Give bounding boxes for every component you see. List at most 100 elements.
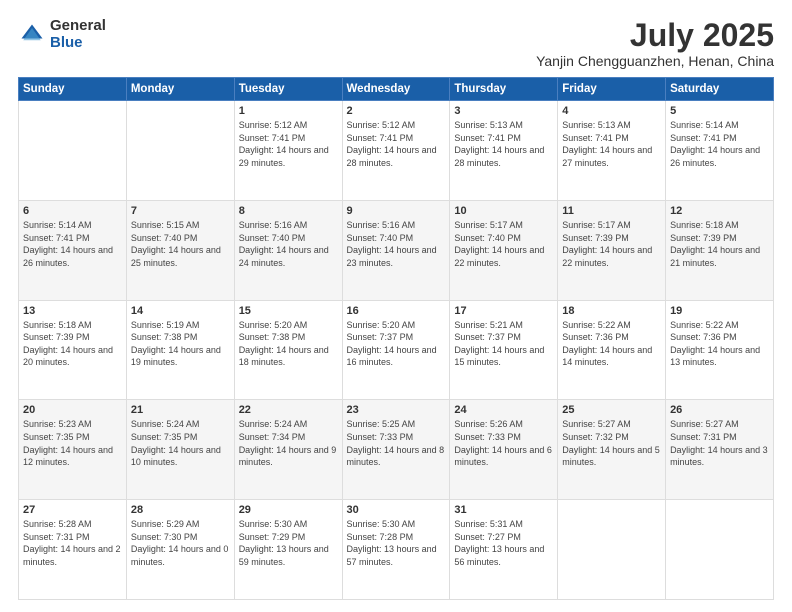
table-row: 30 Sunrise: 5:30 AM Sunset: 7:28 PM Dayli… [342,500,450,600]
col-wednesday: Wednesday [342,78,450,101]
table-row: 10Sunrise: 5:17 AM Sunset: 7:40 PM Dayli… [450,200,558,300]
day-number: 7 [131,205,230,217]
day-number: 13 [23,305,122,317]
day-number: 20 [23,404,122,416]
day-info: Sunrise: 5:15 AM Sunset: 7:40 PM Dayligh… [131,219,230,269]
day-number: 30 [347,504,446,516]
day-info: Sunrise: 5:22 AM Sunset: 7:36 PM Dayligh… [562,319,661,369]
day-info: Sunrise: 5:14 AM Sunset: 7:41 PM Dayligh… [23,219,122,269]
col-saturday: Saturday [666,78,774,101]
table-row: 13 Sunrise: 5:18 AM Sunset: 7:39 PM Dayli… [19,300,127,400]
day-info: Sunrise: 5:26 AM Sunset: 7:33 PM Dayligh… [454,418,553,468]
day-info: Sunrise: 5:28 AM Sunset: 7:31 PM Dayligh… [23,518,122,568]
day-number: 19 [670,305,769,317]
table-row: 14 Sunrise: 5:19 AM Sunset: 7:38 PM Dayli… [126,300,234,400]
table-row: 15Sunrise: 5:20 AM Sunset: 7:38 PM Dayli… [234,300,342,400]
day-number: 23 [347,404,446,416]
table-row: 17 Sunrise: 5:21 AM Sunset: 7:37 PM Dayli… [450,300,558,400]
day-number: 10 [454,205,553,217]
calendar-week-row: 27Sunrise: 5:28 AM Sunset: 7:31 PM Dayli… [19,500,774,600]
table-row: 23 Sunrise: 5:25 AM Sunset: 7:33 PM Dayli… [342,400,450,500]
day-info: Sunrise: 5:20 AM Sunset: 7:37 PM Dayligh… [347,319,446,369]
day-number: 18 [562,305,661,317]
day-number: 4 [562,105,661,117]
day-number: 26 [670,404,769,416]
table-row: 9Sunrise: 5:16 AM Sunset: 7:40 PM Daylig… [342,200,450,300]
day-info: Sunrise: 5:16 AM Sunset: 7:40 PM Dayligh… [347,219,446,269]
day-number: 14 [131,305,230,317]
day-info: Sunrise: 5:24 AM Sunset: 7:35 PM Dayligh… [131,418,230,468]
day-number: 8 [239,205,338,217]
logo-general-text: General [50,18,106,35]
col-tuesday: Tuesday [234,78,342,101]
table-row [126,101,234,201]
day-number: 6 [23,205,122,217]
day-info: Sunrise: 5:19 AM Sunset: 7:38 PM Dayligh… [131,319,230,369]
table-row: 26 Sunrise: 5:27 AM Sunset: 7:31 PM Dayli… [666,400,774,500]
day-info: Sunrise: 5:16 AM Sunset: 7:40 PM Dayligh… [239,219,338,269]
day-info: Sunrise: 5:14 AM Sunset: 7:41 PM Dayligh… [670,119,769,169]
table-row: 20 Sunrise: 5:23 AM Sunset: 7:35 PM Dayli… [19,400,127,500]
day-info: Sunrise: 5:17 AM Sunset: 7:39 PM Dayligh… [562,219,661,269]
title-block: July 2025 Yanjin Chengguanzhen, Henan, C… [536,18,774,69]
table-row [558,500,666,600]
calendar-week-row: 20 Sunrise: 5:23 AM Sunset: 7:35 PM Dayli… [19,400,774,500]
col-friday: Friday [558,78,666,101]
calendar-week-row: 13 Sunrise: 5:18 AM Sunset: 7:39 PM Dayli… [19,300,774,400]
day-info: Sunrise: 5:25 AM Sunset: 7:33 PM Dayligh… [347,418,446,468]
day-info: Sunrise: 5:29 AM Sunset: 7:30 PM Dayligh… [131,518,230,568]
day-info: Sunrise: 5:24 AM Sunset: 7:34 PM Dayligh… [239,418,338,468]
day-number: 29 [239,504,338,516]
day-info: Sunrise: 5:13 AM Sunset: 7:41 PM Dayligh… [454,119,553,169]
col-thursday: Thursday [450,78,558,101]
calendar-table: Sunday Monday Tuesday Wednesday Thursday… [18,77,774,600]
day-info: Sunrise: 5:12 AM Sunset: 7:41 PM Dayligh… [347,119,446,169]
table-row: 12 Sunrise: 5:18 AM Sunset: 7:39 PM Dayli… [666,200,774,300]
table-row: 4Sunrise: 5:13 AM Sunset: 7:41 PM Daylig… [558,101,666,201]
day-info: Sunrise: 5:27 AM Sunset: 7:31 PM Dayligh… [670,418,769,468]
table-row: 6 Sunrise: 5:14 AM Sunset: 7:41 PM Daylig… [19,200,127,300]
day-info: Sunrise: 5:30 AM Sunset: 7:28 PM Dayligh… [347,518,446,568]
location-subtitle: Yanjin Chengguanzhen, Henan, China [536,53,774,69]
table-row: 21 Sunrise: 5:24 AM Sunset: 7:35 PM Dayli… [126,400,234,500]
calendar-week-row: 1 Sunrise: 5:12 AM Sunset: 7:41 PM Daylig… [19,101,774,201]
day-number: 21 [131,404,230,416]
day-number: 17 [454,305,553,317]
month-year-title: July 2025 [536,18,774,53]
col-sunday: Sunday [19,78,127,101]
table-row [19,101,127,201]
day-info: Sunrise: 5:21 AM Sunset: 7:37 PM Dayligh… [454,319,553,369]
day-number: 25 [562,404,661,416]
table-row: 16 Sunrise: 5:20 AM Sunset: 7:37 PM Dayli… [342,300,450,400]
day-number: 2 [347,105,446,117]
day-info: Sunrise: 5:23 AM Sunset: 7:35 PM Dayligh… [23,418,122,468]
table-row: 1 Sunrise: 5:12 AM Sunset: 7:41 PM Daylig… [234,101,342,201]
day-info: Sunrise: 5:31 AM Sunset: 7:27 PM Dayligh… [454,518,553,568]
page: General Blue July 2025 Yanjin Chengguanz… [0,0,792,612]
table-row: 27Sunrise: 5:28 AM Sunset: 7:31 PM Dayli… [19,500,127,600]
logo-icon [18,21,46,49]
logo-text: General Blue [50,18,106,51]
day-info: Sunrise: 5:18 AM Sunset: 7:39 PM Dayligh… [23,319,122,369]
table-row: 18 Sunrise: 5:22 AM Sunset: 7:36 PM Dayli… [558,300,666,400]
day-number: 12 [670,205,769,217]
calendar-week-row: 6 Sunrise: 5:14 AM Sunset: 7:41 PM Daylig… [19,200,774,300]
day-number: 11 [562,205,661,217]
day-number: 15 [239,305,338,317]
table-row: 11 Sunrise: 5:17 AM Sunset: 7:39 PM Dayli… [558,200,666,300]
day-number: 16 [347,305,446,317]
calendar-header-row: Sunday Monday Tuesday Wednesday Thursday… [19,78,774,101]
day-number: 1 [239,105,338,117]
day-info: Sunrise: 5:18 AM Sunset: 7:39 PM Dayligh… [670,219,769,269]
logo-blue-text: Blue [50,35,106,52]
day-info: Sunrise: 5:12 AM Sunset: 7:41 PM Dayligh… [239,119,338,169]
table-row: 5Sunrise: 5:14 AM Sunset: 7:41 PM Daylig… [666,101,774,201]
day-number: 28 [131,504,230,516]
table-row: 24 Sunrise: 5:26 AM Sunset: 7:33 PM Dayli… [450,400,558,500]
day-info: Sunrise: 5:30 AM Sunset: 7:29 PM Dayligh… [239,518,338,568]
col-monday: Monday [126,78,234,101]
day-number: 22 [239,404,338,416]
logo: General Blue [18,18,106,51]
day-number: 24 [454,404,553,416]
day-number: 31 [454,504,553,516]
